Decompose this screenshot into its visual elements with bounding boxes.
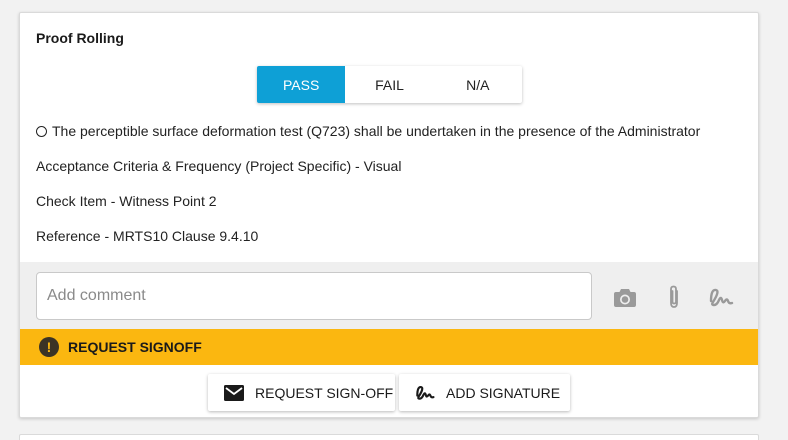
- add-signature-button[interactable]: ADD SIGNATURE: [399, 374, 570, 411]
- add-signature-label: ADD SIGNATURE: [446, 384, 561, 401]
- card-title: Proof Rolling: [36, 30, 124, 46]
- exclamation-icon: !: [39, 337, 59, 357]
- banner-text: REQUEST SIGNOFF: [68, 339, 202, 355]
- comment-input[interactable]: [36, 272, 592, 320]
- request-signoff-banner: ! REQUEST SIGNOFF: [20, 329, 758, 365]
- request-signoff-label: REQUEST SIGN-OFF: [255, 384, 394, 401]
- next-card: [19, 434, 759, 440]
- camera-icon[interactable]: [611, 283, 639, 311]
- description-text: The perceptible surface deformation test…: [52, 123, 701, 139]
- paperclip-icon[interactable]: [660, 283, 688, 311]
- signature-icon[interactable]: [707, 283, 735, 311]
- fail-button[interactable]: FAIL: [345, 66, 433, 103]
- comment-bar: [20, 262, 758, 329]
- result-toggle-group: PASS FAIL N/A: [257, 66, 522, 103]
- envelope-icon: [224, 384, 244, 401]
- signature-icon: [415, 384, 435, 401]
- inspection-item-card: Proof Rolling PASS FAIL N/A The percepti…: [19, 12, 759, 418]
- na-button[interactable]: N/A: [434, 66, 522, 103]
- pass-button[interactable]: PASS: [257, 66, 346, 103]
- request-signoff-button[interactable]: REQUEST SIGN-OFF: [208, 374, 395, 411]
- description-line: The perceptible surface deformation test…: [36, 123, 700, 139]
- circle-bullet-icon: [36, 126, 47, 137]
- reference: Reference - MRTS10 Clause 9.4.10: [36, 228, 259, 244]
- acceptance-criteria: Acceptance Criteria & Frequency (Project…: [36, 158, 402, 174]
- check-item: Check Item - Witness Point 2: [36, 193, 217, 209]
